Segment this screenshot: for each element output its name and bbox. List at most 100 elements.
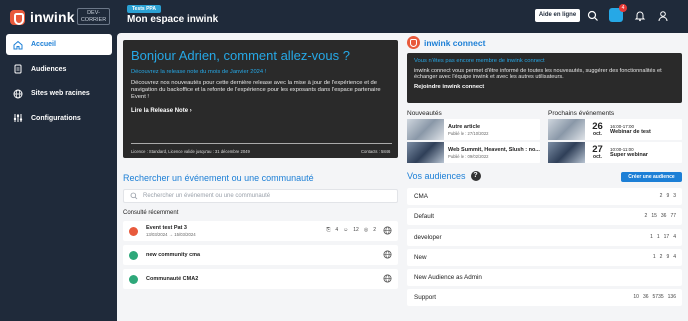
audience-name: Default <box>414 213 434 221</box>
recent-item[interactable]: Event test Pat 3 13/03/2024 → 15/03/2024 … <box>123 221 398 241</box>
sidebar-item-accueil[interactable]: Accueil <box>6 34 112 55</box>
audience-stats: 1 1 17 4 <box>650 234 676 240</box>
audiences-title: Vos audiences <box>407 171 466 181</box>
sidebar-item-label: Sites web racines <box>31 90 90 97</box>
connect-panel: Vous n'êtes pas encore membre de inwink … <box>407 53 682 103</box>
stat-value: 4 <box>673 233 676 240</box>
brand-name: inwink <box>30 9 75 25</box>
group-icon: ◎ <box>363 227 369 233</box>
globe-icon[interactable] <box>383 226 392 235</box>
news-title: Autre article <box>448 123 481 130</box>
community-type-icon <box>129 274 138 284</box>
event-name: Super webinar <box>610 152 648 158</box>
stat-value: 2 <box>373 227 376 233</box>
news-thumbnail <box>407 119 444 140</box>
join-connect-link[interactable]: Rejoindre inwink connect <box>414 84 675 90</box>
sidebar-item-audiences[interactable]: Audiences <box>6 59 112 80</box>
stat-value: 3 <box>673 193 676 199</box>
news-label: Nouveautés <box>407 110 442 117</box>
top-bar: Tests PPA Mon espace inwink Aide en lign… <box>117 0 688 34</box>
audience-list: CMA 293 Default 2 15 36 77 developer 1 1 17 4 … <box>407 188 682 310</box>
event-item[interactable]: 26 oct. 16:00-17:00 Webinar de test <box>548 119 682 140</box>
settings-sliders-icon <box>13 114 23 122</box>
stat-value: 10 <box>633 294 639 301</box>
audience-item[interactable]: Support 10 36 5735 136 <box>407 289 682 307</box>
divider <box>131 143 392 144</box>
stat-value: 136 <box>667 294 676 301</box>
sidebar-item-sites[interactable]: Sites web racines <box>6 83 112 104</box>
news-title: Web Summit, Heavent, Slush : no... <box>448 146 540 153</box>
globe-icon <box>13 89 23 98</box>
user-icon[interactable] <box>657 10 669 22</box>
audience-name: Support <box>414 294 437 302</box>
audience-stats: 10 36 5735 136 <box>633 294 676 300</box>
logo[interactable]: inwink <box>10 9 75 25</box>
recent-item-name: Communauté CMA2 <box>146 276 199 282</box>
recent-item[interactable]: new community cma <box>123 245 398 265</box>
logo-icon <box>10 9 25 25</box>
search-field[interactable]: Rechercher un événement ou une communaut… <box>123 189 398 203</box>
sidebar-nav: Accueil Audiences Sites web racines Conf… <box>6 34 112 132</box>
audience-item[interactable]: New Audience as Admin <box>407 269 682 287</box>
create-audience-button[interactable]: Créer une audience <box>621 172 682 182</box>
audience-item[interactable]: developer 1 1 17 4 <box>407 228 682 246</box>
recent-list: Event test Pat 3 13/03/2024 → 15/03/2024 … <box>123 221 398 293</box>
workspace-tag[interactable]: Tests PPA <box>127 5 161 13</box>
news-item[interactable]: Autre article Publié le : 27/10/2022 <box>407 119 540 140</box>
audience-item[interactable]: New 1294 <box>407 248 682 266</box>
event-thumbnail <box>548 119 585 140</box>
audience-icon <box>14 64 22 74</box>
search-placeholder: Rechercher un événement ou une communaut… <box>143 193 271 199</box>
audience-stats: 293 <box>660 193 676 199</box>
recent-item[interactable]: Communauté CMA2 <box>123 269 398 289</box>
audience-stats: 2 15 36 77 <box>645 213 676 219</box>
stat-value: 5735 <box>652 294 664 301</box>
sidebar: inwink DEV-CORRIER Accueil Audiences Sit… <box>0 0 117 321</box>
news-date: Publié le : 09/02/2022 <box>448 153 489 159</box>
news-date: Publié le : 27/10/2022 <box>448 130 489 136</box>
stat-value: 36 <box>642 294 649 301</box>
audience-item[interactable]: Default 2 15 36 77 <box>407 208 682 226</box>
audience-name: New <box>414 253 427 261</box>
notification-count-badge: 4 <box>619 4 627 12</box>
stat-value: 15 <box>651 213 657 220</box>
community-type-icon <box>129 250 138 260</box>
page-title: Mon espace inwink <box>127 14 219 25</box>
search-icon[interactable] <box>587 10 599 22</box>
release-note-text: Découvrez nos nouveautés pour cette dern… <box>131 80 381 100</box>
event-thumbnail <box>548 142 585 163</box>
recent-item-date: 13/03/2024 → 15/03/2024 <box>146 232 196 237</box>
help-question-icon[interactable]: ? <box>470 171 481 181</box>
inwink-connect-logo-icon <box>407 36 420 49</box>
event-day: 27 <box>592 144 603 155</box>
event-name: Webinar de test <box>610 129 651 135</box>
stat-value: 1 <box>652 253 656 260</box>
audience-name: CMA <box>414 193 428 200</box>
bell-icon[interactable] <box>634 10 646 22</box>
event-day: 26 <box>592 121 603 132</box>
recent-label: Consulté récemment <box>123 210 179 216</box>
environment-badge[interactable]: DEV-CORRIER <box>77 8 110 25</box>
news-list: Autre article Publié le : 27/10/2022 Web … <box>407 119 540 165</box>
events-label: Prochains événements <box>548 110 615 117</box>
sidebar-item-label: Configurations <box>31 114 81 122</box>
help-button[interactable]: Aide en ligne <box>535 9 580 22</box>
release-note-link[interactable]: Lire la Release Note › <box>131 108 390 114</box>
app-frame: inwink DEV-CORRIER Accueil Audiences Sit… <box>0 0 688 321</box>
audiences-header: Vos audiences ? <box>407 171 481 181</box>
event-item[interactable]: 27 oct. 10:00-11:00 Super webinar <box>548 142 682 163</box>
sessions-icon: ⎘ <box>326 227 331 233</box>
release-note-subtitle: Découvrez la release note du mois de Jan… <box>131 69 267 75</box>
news-item[interactable]: Web Summit, Heavent, Slush : no... Publié… <box>407 142 540 163</box>
stat-value: 12 <box>353 227 359 233</box>
connect-header: inwink connect <box>407 36 485 49</box>
recent-item-stats: ⎘ 4 ☺ 12 ◎ 2 <box>326 227 376 233</box>
stat-value: 1 <box>650 233 653 240</box>
globe-icon[interactable] <box>383 250 392 259</box>
globe-icon[interactable] <box>383 274 392 283</box>
stat-value: 9 <box>666 253 670 260</box>
sidebar-item-configurations[interactable]: Configurations <box>6 108 112 129</box>
audience-item[interactable]: CMA 293 <box>407 188 682 205</box>
audience-name: New Audience as Admin <box>414 274 482 282</box>
stat-value: 2 <box>659 253 663 260</box>
